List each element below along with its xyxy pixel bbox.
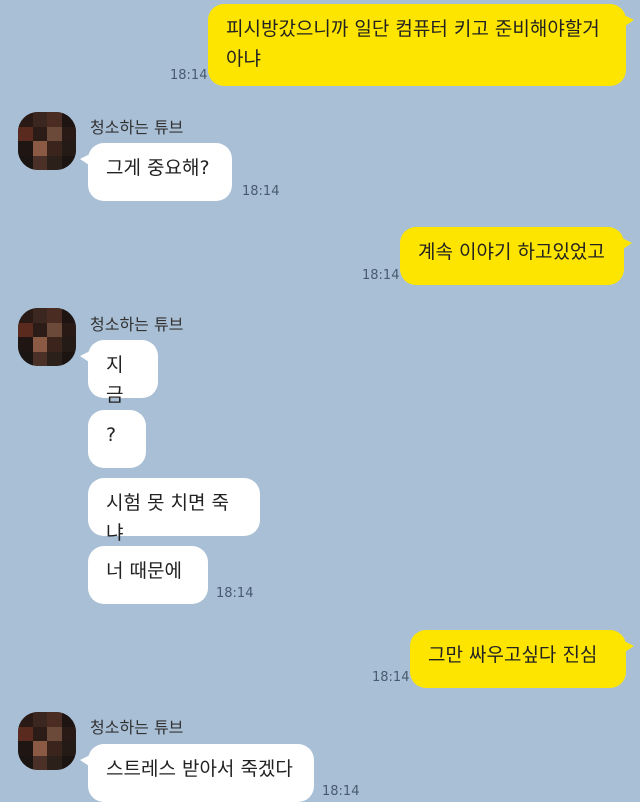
message-time: 18:14 [216,586,254,601]
message-text: 그게 중요해? [106,157,210,179]
message-time: 18:14 [362,268,400,283]
message-text: 피시방갔으니까 일단 컴퓨터 키고 준비해야할거 [226,18,600,40]
contact-name: 청소하는 튜브 [90,315,184,334]
their-message-bubble[interactable]: 스트레스 받아서 죽겠다 [80,744,314,802]
their-message-bubble[interactable]: 너 때문에 [88,546,208,604]
contact-name: 청소하는 튜브 [90,118,184,137]
my-message-bubble[interactable]: 피시방갔으니까 일단 컴퓨터 키고 준비해야할거 아냐 [208,4,634,86]
my-message-bubble[interactable]: 그만 싸우고싶다 진심 [410,630,634,688]
my-message-bubble[interactable]: 계속 이야기 하고있었고 [400,227,632,285]
message-text: ? [106,424,117,446]
message-text: 그만 싸우고싶다 진심 [428,644,598,666]
their-message-bubble[interactable]: 시험 못 치면 죽냐 [88,478,260,544]
contact-avatar-icon[interactable] [18,308,76,366]
message-time: 18:14 [372,670,410,685]
message-text: 너 때문에 [106,560,182,582]
message-text: 지금 [106,354,124,406]
message-text: 스트레스 받아서 죽겠다 [106,758,293,780]
their-message-bubble[interactable]: ? [88,410,146,468]
message-time: 18:14 [170,68,208,83]
contact-avatar-icon[interactable] [18,712,76,770]
their-message-bubble[interactable]: 그게 중요해? [80,143,232,201]
message-time: 18:14 [322,784,360,799]
message-text: 아냐 [226,48,261,70]
message-time: 18:14 [242,184,280,199]
contact-avatar-icon[interactable] [18,112,76,170]
message-text: 시험 못 치면 죽냐 [106,492,229,544]
contact-name: 청소하는 튜브 [90,718,184,737]
message-text: 계속 이야기 하고있었고 [418,241,605,263]
their-message-bubble[interactable]: 지금 [80,340,158,406]
